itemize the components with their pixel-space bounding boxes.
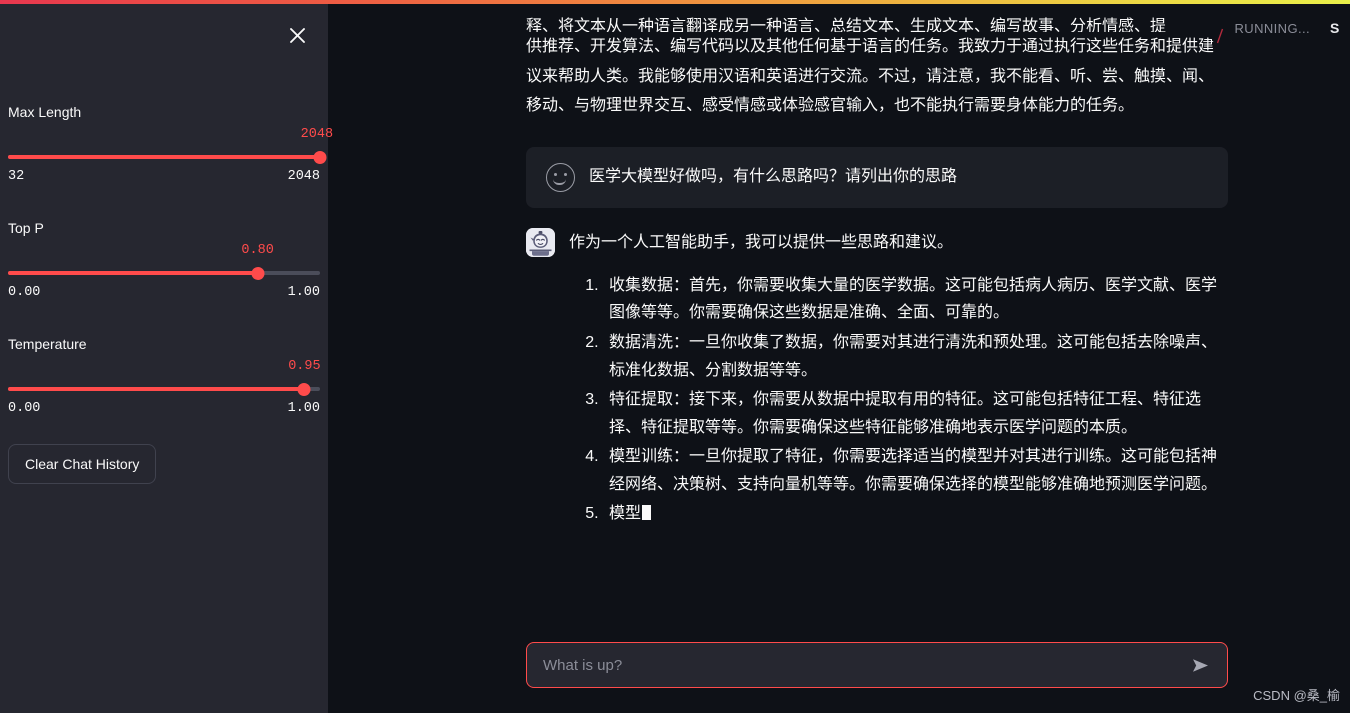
previous-assistant-message: 释、将文本从一种语言翻译成另一种语言、总结文本、生成文本、编写故事、分析情感、提… [526, 4, 1228, 121]
assistant-steps-list: 收集数据：首先，你需要收集大量的医学数据。这可能包括病人病历、医学文献、医学图像… [569, 272, 1228, 528]
max-length-min: 32 [8, 169, 25, 184]
chat-input[interactable] [543, 656, 1185, 674]
paragraph-line-1: 供推荐、开发算法、编写代码以及其他任何基于语言的任务。我致力于通过执行这些任务和 [526, 38, 1167, 55]
temperature-thumb[interactable] [297, 383, 311, 396]
close-icon [289, 27, 305, 43]
list-item: 特征提取：接下来，你需要从数据中提取有用的特征。这可能包括特征工程、特征选择、特… [603, 386, 1228, 441]
temperature-label: Temperature [8, 336, 87, 352]
chat-main: 释、将文本从一种语言翻译成另一种语言、总结文本、生成文本、编写故事、分析情感、提… [328, 4, 1350, 713]
typing-cursor-icon [642, 505, 652, 521]
message-composer[interactable] [526, 642, 1228, 688]
top-p-bounds: 0.00 1.00 [8, 285, 320, 300]
temperature-slider[interactable] [8, 380, 320, 398]
temperature-value-row: 0.95 [8, 359, 320, 378]
top-p-slider[interactable] [8, 264, 320, 282]
top-p-label: Top P [8, 220, 44, 236]
max-length-bounds: 32 2048 [8, 169, 320, 184]
stop-button[interactable]: S [1330, 20, 1340, 36]
max-length-label: Max Length [8, 104, 82, 120]
status-header: RUNNING... S [1235, 4, 1350, 52]
close-sidebar-button[interactable] [280, 18, 314, 52]
list-item: 数据清洗：一旦你收集了数据，你需要对其进行清洗和预处理。这可能包括去除噪声、标准… [603, 329, 1228, 384]
max-length-value: 2048 [300, 127, 334, 142]
top-p-value: 0.80 [241, 243, 274, 258]
temperature-fill [8, 387, 305, 391]
temperature-max: 1.00 [287, 401, 320, 416]
list-item: 模型训练：一旦你提取了特征，你需要选择适当的模型并对其进行训练。这可能包括神经网… [603, 443, 1228, 498]
list-item-streaming: 模型 [603, 500, 1228, 528]
top-p-thumb[interactable] [251, 267, 265, 280]
top-p-value-row: 0.80 [8, 243, 320, 262]
running-progress-bar [0, 0, 1350, 4]
temperature-bounds: 0.00 1.00 [8, 401, 320, 416]
top-p-min: 0.00 [8, 285, 41, 300]
max-length-thumb[interactable] [313, 151, 327, 164]
paragraph-line-4: 力的任务。 [1054, 97, 1135, 115]
avatar-artwork-icon [526, 227, 555, 257]
assistant-lead-text: 作为一个人工智能助手，我可以提供一些思路和建议。 [569, 233, 954, 251]
user-message-bubble: 医学大模型好做吗，有什么思路吗？请列出你的思路 [526, 146, 1228, 208]
slider-group-top-p: Top P 0.80 0.00 1.00 [8, 218, 320, 300]
send-arrow-icon [1192, 658, 1208, 672]
max-length-fill [8, 155, 320, 159]
temperature-min: 0.00 [8, 401, 41, 416]
app-root: RUNNING... S Max Length 2048 32 2048 Top… [0, 0, 1350, 713]
max-length-max: 2048 [287, 169, 320, 184]
slider-group-max-length: Max Length 2048 32 2048 [8, 102, 333, 184]
monk-character-avatar [526, 227, 555, 257]
watermark: CSDN @桑_榆 [1253, 688, 1340, 703]
user-message-text: 医学大模型好做吗，有什么思路吗？请列出你的思路 [589, 168, 958, 186]
slider-group-temperature: Temperature 0.95 0.00 1.00 [8, 334, 321, 416]
send-button[interactable] [1185, 650, 1215, 680]
clipped-first-line: 释、将文本从一种语言翻译成另一种语言、总结文本、生成文本、编写故事、分析情感、提 [526, 18, 1167, 32]
max-length-value-row: 2048 [8, 127, 333, 146]
top-p-max: 1.00 [287, 285, 320, 300]
clear-chat-history-button[interactable]: Clear Chat History [8, 444, 157, 485]
temperature-value: 0.95 [288, 359, 321, 374]
running-status-text: RUNNING... [1234, 20, 1310, 36]
top-p-fill [8, 271, 258, 275]
smiley-face-icon [546, 162, 575, 192]
list-item: 收集数据：首先，你需要收集大量的医学数据。这可能包括病人病历、医学文献、医学图像… [603, 272, 1228, 327]
assistant-message-bubble: 作为一个人工智能助手，我可以提供一些思路和建议。 收集数据：首先，你需要收集大量… [526, 227, 1228, 530]
settings-sidebar: Max Length 2048 32 2048 Top P 0.80 0.00 … [0, 4, 333, 713]
assistant-message-body: 作为一个人工智能助手，我可以提供一些思路和建议。 收集数据：首先，你需要收集大量… [569, 228, 1228, 530]
streaming-text: 模型 [609, 505, 642, 523]
chat-column: 释、将文本从一种语言翻译成另一种语言、总结文本、生成文本、编写故事、分析情感、提… [526, 4, 1228, 530]
max-length-slider[interactable] [8, 148, 327, 166]
parameter-controls: Max Length 2048 32 2048 Top P 0.80 0.00 … [8, 102, 333, 485]
